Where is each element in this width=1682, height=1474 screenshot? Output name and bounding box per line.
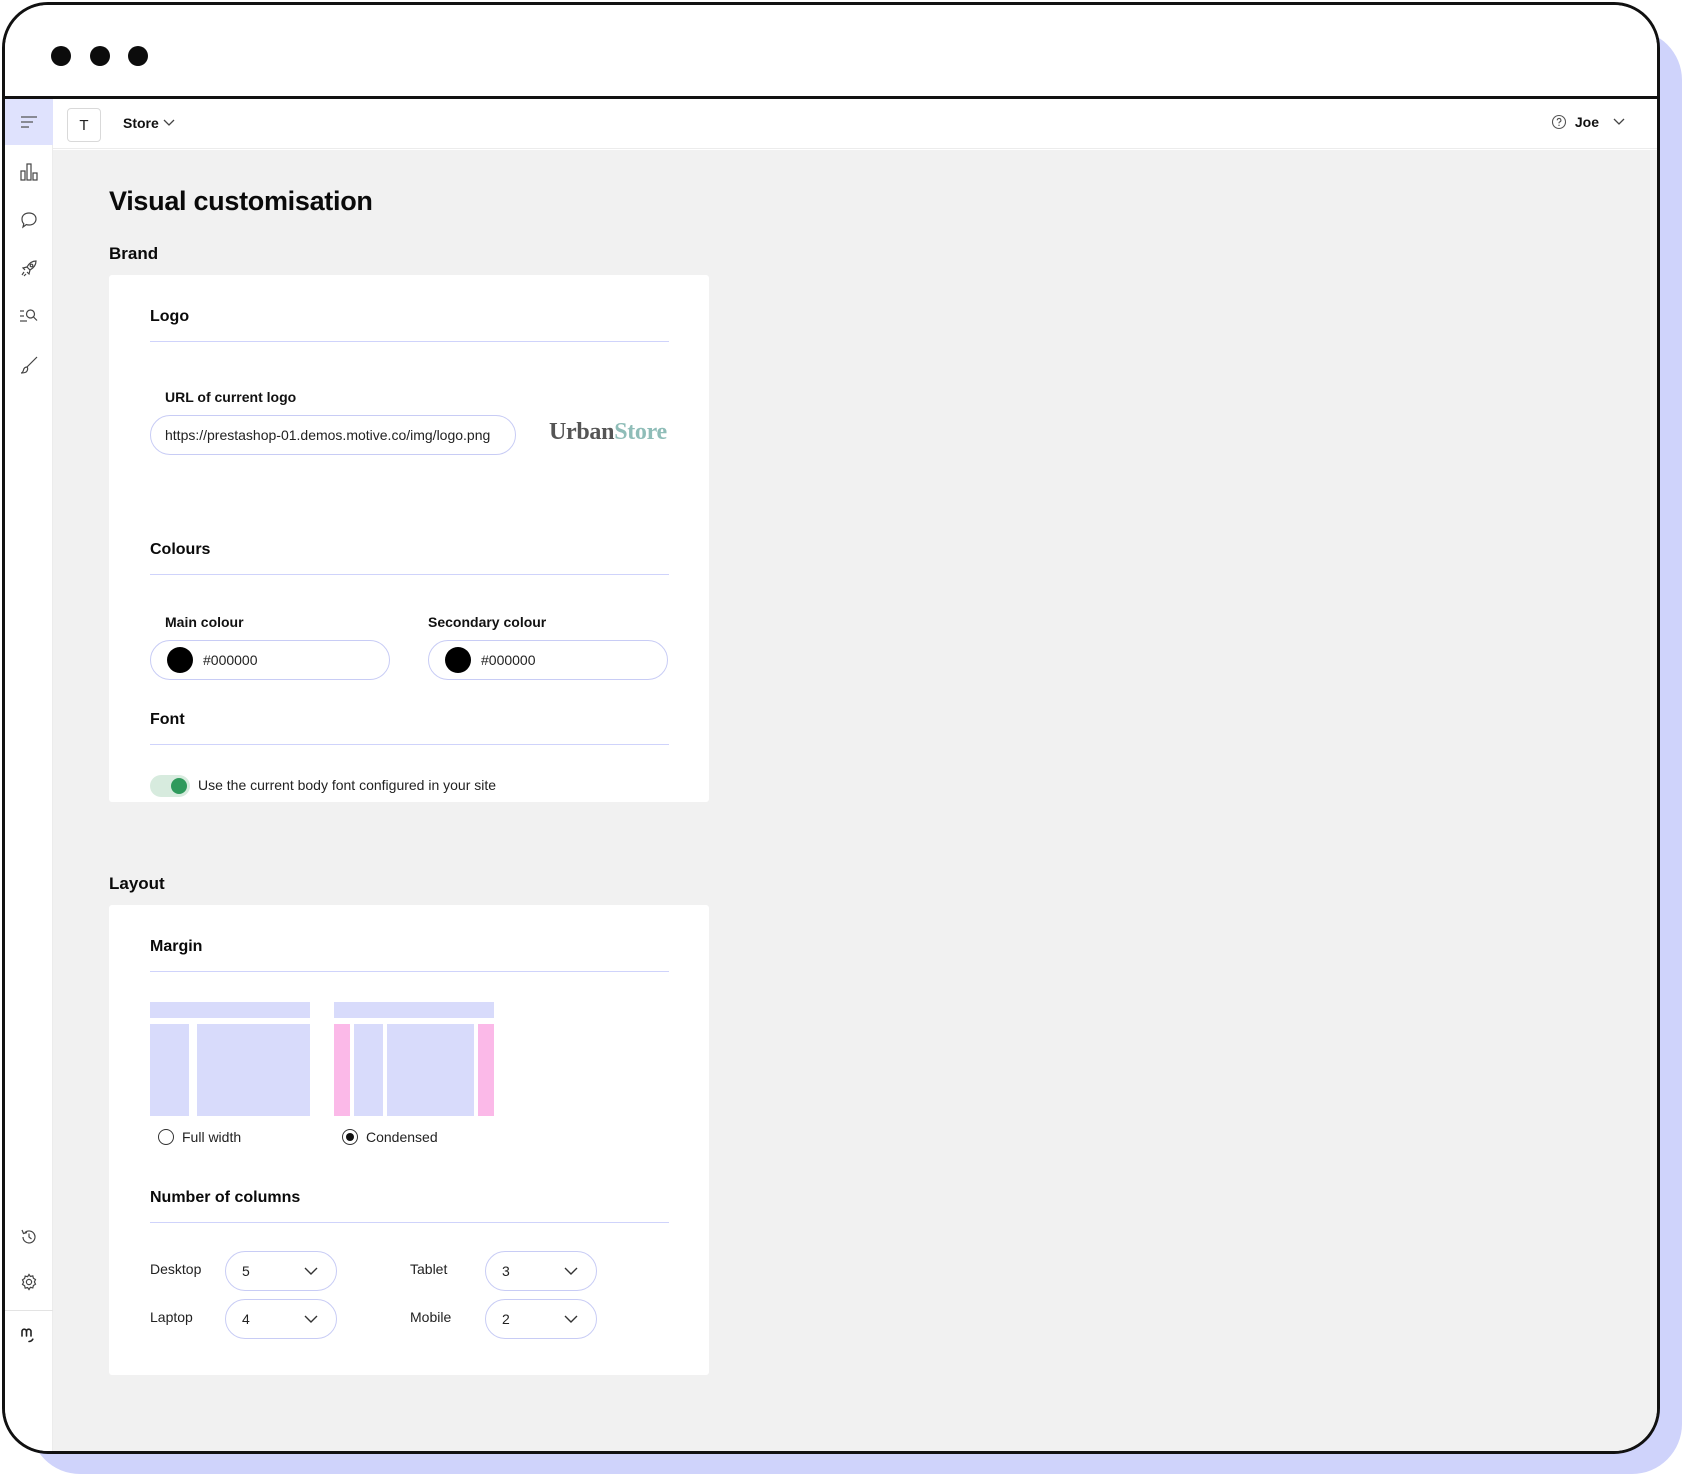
radio-unselected — [158, 1129, 174, 1145]
chart-icon[interactable] — [19, 162, 39, 182]
main-colour-label: Main colour — [165, 614, 244, 630]
mobile-columns-value: 2 — [502, 1311, 510, 1327]
mobile-label: Mobile — [410, 1309, 452, 1325]
chat-icon[interactable] — [19, 210, 39, 230]
page-title: Visual customisation — [109, 186, 373, 216]
toggle-knob — [171, 778, 187, 794]
main-colour-swatch[interactable] — [167, 647, 193, 673]
laptop-columns-value: 4 — [242, 1311, 250, 1327]
font-title: Font — [150, 711, 185, 728]
secondary-colour-field[interactable]: #000000 — [428, 640, 668, 680]
tablet-columns-select[interactable]: 3 — [485, 1251, 597, 1291]
rocket-icon[interactable] — [19, 258, 39, 278]
app-window: T Store Joe Visual customisation Brand L… — [2, 2, 1660, 1454]
logo-preview-urban: Urban — [549, 419, 615, 445]
secondary-colour-label: Secondary colour — [428, 614, 547, 630]
font-divider — [150, 744, 669, 745]
chevron-down-icon — [564, 1267, 578, 1275]
menu-icon — [21, 116, 37, 128]
tablet-label: Tablet — [410, 1261, 448, 1277]
history-icon[interactable] — [19, 1227, 39, 1247]
radio-selected — [342, 1129, 358, 1145]
window-titlebar — [5, 5, 1657, 99]
preview-content-block — [387, 1024, 474, 1116]
secondary-colour-swatch[interactable] — [445, 647, 471, 673]
columns-divider — [150, 1222, 669, 1223]
condensed-radio[interactable]: Condensed — [342, 1129, 438, 1145]
body-font-toggle[interactable] — [150, 775, 190, 797]
logo-divider — [150, 341, 669, 342]
chevron-down-icon — [304, 1315, 318, 1323]
chevron-down-icon — [564, 1315, 578, 1323]
colours-title: Colours — [150, 541, 211, 558]
layout-card: Margin Full width Condensed Number of co… — [109, 905, 709, 1375]
logo-preview-store: Store — [614, 419, 667, 445]
preview-margin-right — [478, 1024, 494, 1116]
minimize-dot[interactable] — [90, 46, 110, 66]
logo-url-label: URL of current logo — [165, 389, 297, 405]
condensed-preview[interactable] — [334, 1002, 494, 1116]
layout-section-title: Layout — [109, 874, 165, 893]
body-font-toggle-label: Use the current body font configured in … — [198, 777, 497, 793]
secondary-colour-value: #000000 — [481, 652, 536, 668]
preview-header-block — [334, 1002, 494, 1018]
tablet-columns-value: 3 — [502, 1263, 510, 1279]
logo-url-input[interactable] — [150, 415, 516, 455]
preview-sidebar-block — [150, 1024, 189, 1116]
colours-divider — [150, 574, 669, 575]
main-colour-value: #000000 — [203, 652, 258, 668]
close-dot[interactable] — [51, 46, 71, 66]
main-content: Visual customisation Brand Logo URL of c… — [53, 150, 1657, 1451]
preview-content-block — [197, 1024, 310, 1116]
desktop-columns-select[interactable]: 5 — [225, 1251, 337, 1291]
preview-margin-left — [334, 1024, 350, 1116]
sidebar — [5, 99, 53, 1451]
laptop-columns-select[interactable]: 4 — [225, 1299, 337, 1339]
sidebar-divider — [5, 1310, 53, 1311]
logo-preview: UrbanStore — [549, 419, 667, 446]
brand-card: Logo URL of current logo UrbanStore Colo… — [109, 275, 709, 802]
laptop-label: Laptop — [150, 1309, 193, 1325]
preview-header-block — [150, 1002, 310, 1018]
condensed-label: Condensed — [366, 1129, 438, 1145]
user-menu[interactable]: Joe — [1551, 114, 1625, 130]
columns-title: Number of columns — [150, 1189, 301, 1206]
chevron-down-icon — [163, 119, 175, 126]
margin-divider — [150, 971, 669, 972]
mobile-columns-select[interactable]: 2 — [485, 1299, 597, 1339]
preview-sidebar-block — [354, 1024, 383, 1116]
store-selector[interactable]: Store — [123, 115, 175, 131]
main-colour-field[interactable]: #000000 — [150, 640, 390, 680]
gear-icon[interactable] — [19, 1272, 39, 1292]
help-icon[interactable] — [1551, 114, 1567, 130]
user-name: Joe — [1574, 114, 1599, 130]
zoom-dot[interactable] — [128, 46, 148, 66]
chevron-down-icon — [1613, 118, 1625, 125]
brand-logo-icon[interactable] — [19, 1325, 39, 1345]
full-width-label: Full width — [182, 1129, 242, 1145]
store-badge[interactable]: T — [67, 108, 101, 142]
brush-icon[interactable] — [19, 355, 39, 375]
margin-title: Margin — [150, 938, 203, 955]
desktop-columns-value: 5 — [242, 1263, 250, 1279]
top-bar: T Store Joe — [53, 99, 1657, 149]
menu-button[interactable] — [5, 99, 53, 145]
logo-title: Logo — [150, 308, 190, 325]
store-selector-label: Store — [123, 115, 159, 131]
full-width-preview[interactable] — [150, 1002, 310, 1116]
search-list-icon[interactable] — [19, 306, 39, 326]
full-width-radio[interactable]: Full width — [158, 1129, 241, 1145]
brand-section-title: Brand — [109, 244, 159, 263]
chevron-down-icon — [304, 1267, 318, 1275]
desktop-label: Desktop — [150, 1261, 202, 1277]
